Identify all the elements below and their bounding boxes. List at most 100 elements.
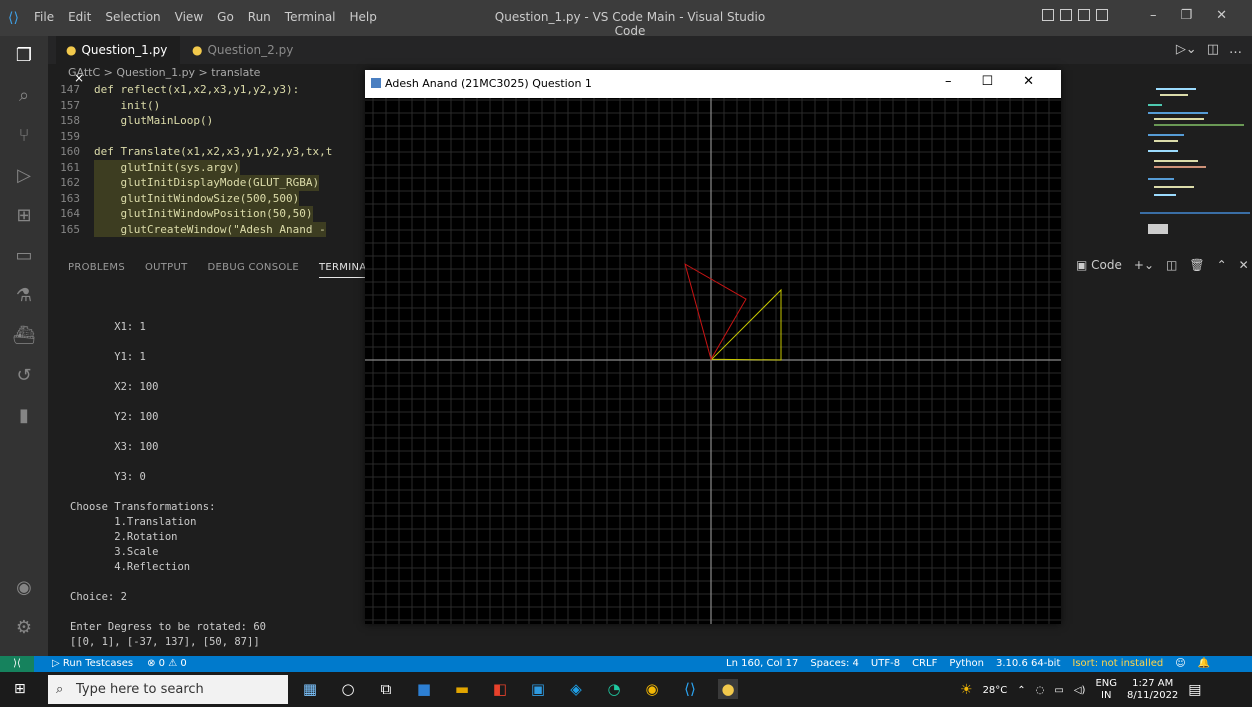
panel-tab-bar: PROBLEMS OUTPUT DEBUG CONSOLE TERMINAL	[68, 262, 373, 278]
cursor-position[interactable]: Ln 160, Col 17	[726, 656, 798, 672]
vscode-icon[interactable]: ⟨⟩	[680, 679, 700, 699]
language-mode[interactable]: Python	[949, 656, 984, 672]
chart-icon[interactable]: ▮	[12, 404, 36, 428]
chrome-icon[interactable]: ◉	[642, 679, 662, 699]
isort-status[interactable]: Isort: not installed	[1072, 656, 1163, 672]
tab-problems[interactable]: PROBLEMS	[68, 262, 125, 278]
terminal-output[interactable]: X1: 1 Y1: 1 X2: 100 Y2: 100 X3: 100 Y3: …	[70, 306, 370, 651]
search-icon: ⌕	[56, 682, 64, 697]
weather-temp[interactable]: 28°C	[983, 685, 1008, 696]
python-file-icon: ●	[66, 43, 77, 57]
tab-label: Question_1.py	[81, 43, 168, 57]
run-debug-icon[interactable]: ▷	[12, 164, 36, 188]
office-icon[interactable]: ◧	[490, 679, 510, 699]
close-icon[interactable]: ✕	[1023, 74, 1034, 89]
notification-center-icon[interactable]: ▤	[1188, 682, 1201, 698]
testing-icon[interactable]: ⚗	[12, 284, 36, 308]
menu-run[interactable]: Run	[248, 10, 271, 24]
tab-question-2[interactable]: ● Question_2.py	[182, 36, 306, 64]
menu-edit[interactable]: Edit	[68, 10, 91, 24]
source-control-icon[interactable]: ⑂	[12, 124, 36, 148]
minimap[interactable]	[1140, 82, 1250, 242]
line-text: glutInit(sys.argv)	[94, 159, 240, 175]
maximize-icon[interactable]: ☐	[982, 74, 994, 89]
python-interpreter[interactable]: 3.10.6 64-bit	[996, 656, 1060, 672]
breadcrumb[interactable]: GAttC > Question_1.py > translate	[68, 66, 260, 79]
opengl-window-titlebar[interactable]: Adesh Anand (21MC3025) Question 1 – ☐ ✕	[365, 70, 1061, 98]
windows-start-icon[interactable]: ⊞	[14, 681, 30, 697]
notifications-icon[interactable]: 🔔	[1198, 656, 1210, 672]
store-icon[interactable]: ◈	[566, 679, 586, 699]
code-line: 159	[48, 129, 368, 145]
taskbar-search-input[interactable]: ⌕ Type here to search	[48, 675, 288, 704]
layout-controls	[1042, 9, 1108, 21]
tab-output[interactable]: OUTPUT	[145, 262, 188, 278]
docker-icon[interactable]: ⛴	[12, 324, 36, 348]
menu-file[interactable]: File	[34, 10, 54, 24]
close-icon[interactable]: ✕	[1216, 8, 1227, 23]
language-code: ENG	[1095, 678, 1118, 689]
tab-debug-console[interactable]: DEBUG CONSOLE	[208, 262, 299, 278]
new-terminal-icon[interactable]: +⌄	[1134, 258, 1154, 272]
run-testcases-button[interactable]: ▷ Run Testcases	[52, 656, 133, 672]
menu-go[interactable]: Go	[217, 10, 234, 24]
toggle-secondary-sidebar-icon[interactable]	[1078, 9, 1090, 21]
show-hidden-icons[interactable]: ⌃	[1017, 685, 1025, 696]
remote-indicator-icon[interactable]: ⟩⟨	[0, 656, 34, 672]
terminal-line: Y2: 100	[70, 411, 159, 423]
toggle-sidebar-icon[interactable]	[1042, 9, 1054, 21]
menu-help[interactable]: Help	[350, 10, 377, 24]
menu-view[interactable]: View	[175, 10, 203, 24]
python-icon[interactable]: ●	[718, 679, 738, 699]
menu-terminal[interactable]: Terminal	[285, 10, 336, 24]
feedback-icon[interactable]: ☺	[1175, 656, 1185, 672]
explorer-icon[interactable]: ❐	[12, 44, 36, 68]
toggle-panel-icon[interactable]	[1060, 9, 1072, 21]
problems-counter[interactable]: ⊗ 0 ⚠ 0	[147, 656, 187, 672]
maximize-panel-icon[interactable]: ⌃	[1217, 258, 1227, 272]
calculator-icon[interactable]: ▣	[528, 679, 548, 699]
indentation[interactable]: Spaces: 4	[810, 656, 859, 672]
tab-question-1[interactable]: ● Question_1.py ×	[56, 36, 180, 85]
clock[interactable]: 1:27 AM 8/11/2022	[1127, 678, 1178, 702]
settings-gear-icon[interactable]: ⚙	[12, 616, 36, 640]
language-indicator[interactable]: ENG IN	[1095, 678, 1117, 702]
network-icon[interactable]: ◌	[1036, 685, 1045, 696]
maximize-icon[interactable]: ❐	[1181, 8, 1193, 23]
app-icon[interactable]: ■	[414, 679, 434, 699]
terminal-line: [[0, 1], [-37, 137], [50, 87]]	[70, 636, 260, 648]
extensions-icon[interactable]: ⊞	[12, 204, 36, 228]
task-view-icon[interactable]: ⧉	[376, 679, 396, 699]
line-number: 158	[60, 114, 80, 127]
code-editor[interactable]: 147 def reflect(x1,x2,x3,y1,y2,y3): 157 i…	[48, 82, 368, 246]
search-icon[interactable]: ⌕	[12, 84, 36, 108]
encoding[interactable]: UTF-8	[871, 656, 900, 672]
minimize-icon[interactable]: –	[1150, 8, 1157, 23]
run-python-icon[interactable]: ▷⌄	[1176, 42, 1197, 57]
more-actions-icon[interactable]: …	[1229, 42, 1242, 57]
timeline-icon[interactable]: ↺	[12, 364, 36, 388]
battery-icon[interactable]: ▭	[1054, 685, 1063, 696]
terminal-shell-selector[interactable]: ▣ Code	[1076, 258, 1122, 272]
accounts-icon[interactable]: ◉	[12, 576, 36, 600]
split-editor-icon[interactable]: ◫	[1207, 42, 1219, 57]
line-ending[interactable]: CRLF	[912, 656, 937, 672]
split-terminal-icon[interactable]: ◫	[1166, 258, 1177, 272]
kill-terminal-icon[interactable]: 🗑	[1189, 258, 1204, 272]
customize-layout-icon[interactable]	[1096, 9, 1108, 21]
minimize-icon[interactable]: –	[945, 74, 952, 89]
remote-explorer-icon[interactable]: ▭	[12, 244, 36, 268]
cortana-icon[interactable]: ○	[338, 679, 358, 699]
line-number: 163	[60, 191, 80, 205]
opengl-window[interactable]: Adesh Anand (21MC3025) Question 1 – ☐ ✕	[365, 70, 1061, 624]
edge-icon[interactable]: ◔	[604, 679, 624, 699]
opengl-canvas[interactable]	[365, 98, 1061, 624]
file-explorer-icon[interactable]: ▬	[452, 679, 472, 699]
close-panel-icon[interactable]: ✕	[1239, 258, 1249, 272]
weather-icon[interactable]: ☀	[960, 682, 973, 698]
menu-selection[interactable]: Selection	[105, 10, 160, 24]
terminal-line: Y3: 0	[70, 471, 146, 483]
widgets-icon[interactable]: ▦	[300, 679, 320, 699]
volume-icon[interactable]: ◁)	[1074, 685, 1086, 696]
